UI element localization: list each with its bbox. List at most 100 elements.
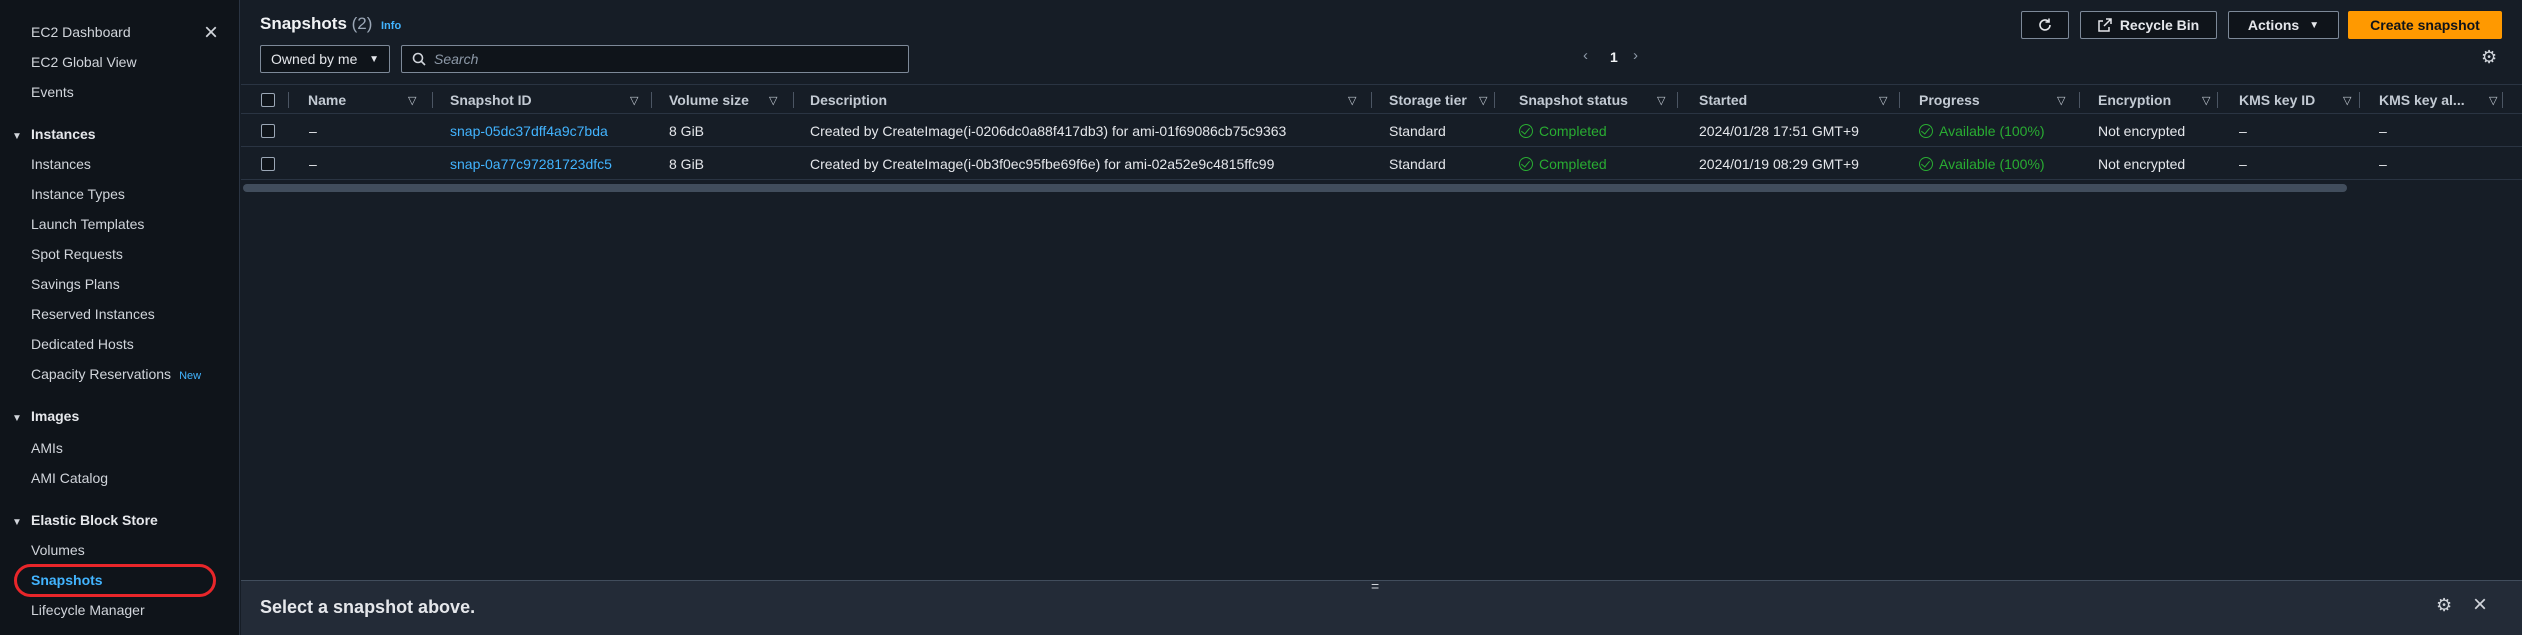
sort-icon: ▽ [2202,94,2211,107]
horizontal-scrollbar[interactable] [243,184,2347,192]
sidebar-item-events[interactable]: Events [31,84,74,100]
row-checkbox[interactable] [261,124,275,138]
column-label: Name [308,92,347,108]
sidebar-item-spot-requests[interactable]: Spot Requests [31,246,123,262]
sort-icon: ▽ [1348,94,1357,107]
status-text: Completed [1539,156,1607,172]
select-all-checkbox[interactable] [261,93,275,107]
page-number[interactable]: 1 [1610,49,1618,65]
close-sidebar-icon[interactable]: × [200,21,222,45]
sidebar-item-volumes[interactable]: Volumes [31,542,85,558]
caret-down-icon: ▼ [12,517,22,528]
cell-name: – [309,123,317,139]
sidebar-item-ami-catalog[interactable]: AMI Catalog [31,470,108,486]
row-checkbox[interactable] [261,157,275,171]
column-header-encryption[interactable]: Encryption ▽ [2098,85,2218,115]
main-content: Snapshots (2) Info Recycle Bin Actions ▼… [241,0,2522,635]
cell-snapshot-id[interactable]: snap-0a77c97281723dfc5 [450,148,612,180]
sort-icon: ▽ [630,94,639,107]
cell-description: Created by CreateImage(i-0206dc0a88f417d… [810,123,1287,139]
cell-snapshot-id[interactable]: snap-05dc37dff4a9c7bda [450,115,608,147]
column-label: KMS key ID [2239,92,2316,108]
page-title-text: Snapshots [260,14,347,33]
cell-snapshot-status: Completed [1519,115,1607,147]
column-header-volume-size[interactable]: Volume size ▽ [669,85,789,115]
sidebar-item-ec2-dashboard[interactable]: EC2 Dashboard [31,24,131,40]
column-header-description[interactable]: Description ▽ [810,85,1370,115]
column-header-kms-key-alias[interactable]: KMS key al... ▽ [2379,85,2504,115]
cell-encryption: Not encrypted [2098,123,2186,139]
cell-volume-size: 8 GiB [669,156,705,172]
column-label: Volume size [669,92,749,108]
search-input[interactable] [434,51,894,67]
table-row[interactable]: – snap-05dc37dff4a9c7bda 8 GiB Created b… [241,115,2522,147]
column-divider [1371,92,1372,108]
sort-icon: ▽ [1479,94,1488,107]
sidebar-item-reserved-instances[interactable]: Reserved Instances [31,306,155,322]
owner-filter-select[interactable]: Owned by me ▼ [260,45,390,73]
sidebar-item-capacity-reservations[interactable]: Capacity Reservations New [31,366,201,382]
panel-settings-gear-icon[interactable]: ⚙ [2436,595,2452,616]
sidebar-item-instance-types[interactable]: Instance Types [31,186,125,202]
table-row[interactable]: – snap-0a77c97281723dfc5 8 GiB Created b… [241,148,2522,180]
column-divider [2502,92,2503,108]
sort-icon: ▽ [2057,94,2066,107]
cell-kms-key-alias: – [2379,156,2387,172]
item-count: (2) [351,14,373,33]
column-header-storage-tier[interactable]: Storage tier ▽ [1389,85,1509,115]
resize-handle-icon[interactable]: = [1371,578,1379,594]
table-settings-gear-icon[interactable]: ⚙ [2481,47,2497,68]
cell-name: – [309,156,317,172]
column-label: Description [810,92,888,108]
column-header-kms-key-id[interactable]: KMS key ID ▽ [2239,85,2359,115]
caret-down-icon: ▼ [2309,19,2320,31]
sidebar-item-savings-plans[interactable]: Savings Plans [31,276,120,292]
sidebar: × EC2 Dashboard EC2 Global View Events ▼… [0,0,240,635]
create-snapshot-button[interactable]: Create snapshot [2348,11,2502,39]
progress-text: Available (100%) [1939,156,2045,172]
column-header-name[interactable]: Name ▽ [308,85,423,115]
prev-page-icon[interactable]: ‹ [1583,47,1588,64]
column-label: Storage tier [1389,92,1467,108]
sidebar-item-ec2-global-view[interactable]: EC2 Global View [31,54,137,70]
sidebar-section-elastic-block-store[interactable]: ▼ Elastic Block Store [12,512,158,528]
column-header-snapshot-status[interactable]: Snapshot status ▽ [1519,85,1679,115]
cell-snapshot-status: Completed [1519,148,1607,180]
external-link-icon [2098,18,2112,32]
actions-dropdown[interactable]: Actions ▼ [2228,11,2339,39]
sidebar-item-launch-templates[interactable]: Launch Templates [31,216,144,232]
page-title: Snapshots (2) [260,14,372,34]
column-label: Encryption [2098,92,2172,108]
cell-started: 2024/01/19 08:29 GMT+9 [1699,156,1859,172]
cell-encryption: Not encrypted [2098,156,2186,172]
column-header-snapshot-id[interactable]: Snapshot ID ▽ [450,85,650,115]
column-header-started[interactable]: Started ▽ [1699,85,1899,115]
recycle-bin-label: Recycle Bin [2119,17,2200,33]
sidebar-item-amis[interactable]: AMIs [31,440,63,456]
sidebar-item-lifecycle-manager[interactable]: Lifecycle Manager [31,602,145,618]
cell-kms-key-id: – [2239,123,2247,139]
sidebar-section-instances[interactable]: ▼ Instances [12,126,96,142]
cell-storage-tier: Standard [1389,123,1446,139]
sort-icon: ▽ [2489,94,2498,107]
sidebar-section-images[interactable]: ▼ Images [12,408,79,424]
sidebar-item-instances[interactable]: Instances [31,156,91,172]
sidebar-item-dedicated-hosts[interactable]: Dedicated Hosts [31,336,134,352]
sort-icon: ▽ [2343,94,2352,107]
recycle-bin-button[interactable]: Recycle Bin [2080,11,2217,39]
search-box[interactable] [401,45,909,73]
close-panel-icon[interactable]: × [2473,591,2487,619]
sidebar-item-snapshots[interactable]: Snapshots [31,572,103,588]
status-text: Completed [1539,123,1607,139]
column-divider [432,92,433,108]
info-link[interactable]: Info [381,20,401,32]
cell-started: 2024/01/28 17:51 GMT+9 [1699,123,1859,139]
new-badge: New [179,370,202,382]
details-panel: = Select a snapshot above. ⚙ × [241,578,2522,635]
column-divider [793,92,794,108]
column-divider [1677,92,1678,108]
column-divider [2079,92,2080,108]
column-header-progress[interactable]: Progress ▽ [1919,85,2069,115]
refresh-button[interactable] [2021,11,2069,39]
next-page-icon[interactable]: › [1633,47,1638,64]
